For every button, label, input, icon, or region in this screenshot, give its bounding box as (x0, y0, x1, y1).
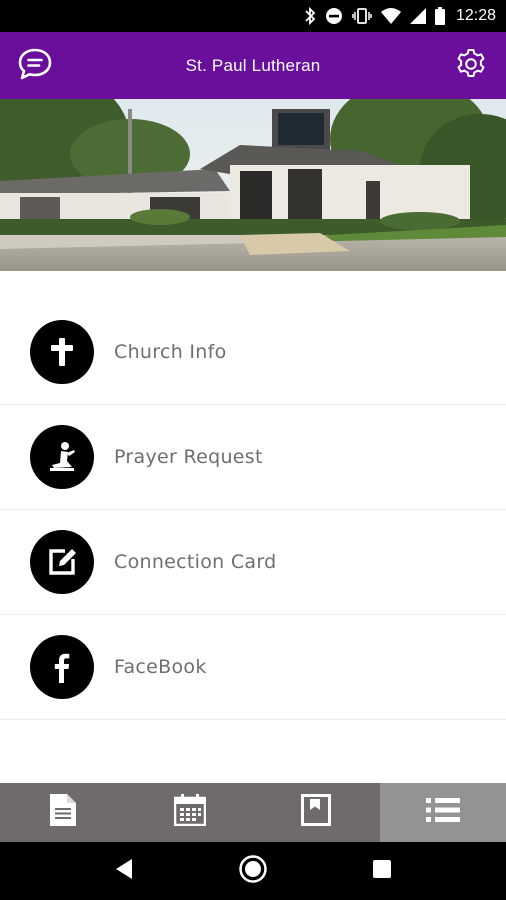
app-bar: St. Paul Lutheran (0, 32, 506, 99)
tab-calendar[interactable] (127, 783, 254, 842)
status-bar: 12:28 (0, 0, 506, 32)
menu-item-connection-card[interactable]: Connection Card (0, 510, 506, 615)
page-title: St. Paul Lutheran (185, 55, 321, 75)
tab-documents[interactable] (0, 783, 127, 842)
list-icon (425, 797, 460, 828)
cross-icon (30, 320, 94, 384)
menu-item-label: Connection Card (114, 551, 277, 573)
home-button[interactable] (231, 849, 275, 893)
menu-item-facebook[interactable]: FaceBook (0, 615, 506, 720)
menu-item-label: Church Info (114, 341, 227, 363)
recents-icon (372, 859, 392, 884)
chat-button[interactable] (16, 47, 54, 85)
battery-icon (434, 7, 445, 25)
calendar-icon (173, 794, 206, 831)
system-nav-bar (0, 842, 506, 900)
tab-list[interactable] (379, 783, 506, 842)
document-icon (50, 794, 77, 831)
bluetooth-icon (304, 7, 316, 25)
edit-card-icon (30, 530, 94, 594)
chat-bubble-icon (17, 46, 53, 87)
tab-bulletin[interactable] (253, 783, 380, 842)
back-button[interactable] (102, 849, 146, 893)
back-icon (114, 858, 134, 885)
bottom-tab-bar (0, 783, 506, 842)
recents-button[interactable] (360, 849, 404, 893)
facebook-icon (30, 635, 94, 699)
status-clock: 12:28 (455, 7, 496, 24)
bulletin-icon (301, 794, 332, 831)
do-not-disturb-icon (325, 7, 343, 25)
cell-signal-icon (409, 8, 426, 24)
home-icon (238, 854, 268, 889)
menu-list: Church Info Prayer Request Connection Ca… (0, 300, 506, 720)
menu-item-prayer-request[interactable]: Prayer Request (0, 405, 506, 510)
app-screen: 12:28 St. Paul Lutheran Church Info Pray… (0, 0, 506, 900)
menu-item-label: Prayer Request (114, 446, 263, 468)
church-photo (0, 99, 506, 271)
gear-icon (454, 47, 488, 86)
vibrate-icon (352, 7, 372, 25)
menu-item-church-info[interactable]: Church Info (0, 300, 506, 405)
wifi-icon (380, 8, 401, 24)
menu-item-label: FaceBook (114, 656, 207, 678)
praying-person-icon (30, 425, 94, 489)
settings-button[interactable] (452, 47, 490, 85)
